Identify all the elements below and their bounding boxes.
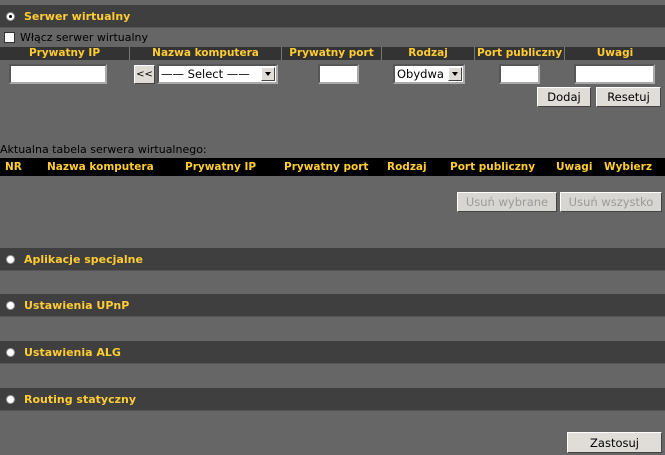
add-button[interactable]: Dodaj <box>537 87 591 107</box>
table-header-remarks: Uwagi <box>556 161 593 173</box>
chevron-down-icon <box>261 67 275 81</box>
copy-computer-button[interactable]: << <box>134 65 155 84</box>
remarks-input[interactable] <box>574 64 655 84</box>
table-header-select: Wybierz <box>604 161 652 173</box>
form-header-private-port: Prywatny port <box>282 47 382 60</box>
chevron-down-icon <box>448 67 462 81</box>
form-header-private-ip: Prywatny IP <box>0 47 130 60</box>
table-header-nr: NR <box>5 161 22 173</box>
form-header-type: Rodzaj <box>382 47 475 60</box>
public-port-input[interactable] <box>499 64 540 84</box>
radio-static-routing[interactable] <box>6 394 15 404</box>
computer-select-value: —— Select —— <box>161 67 250 81</box>
form-header-public-port: Port publiczny <box>475 47 565 60</box>
private-ip-input[interactable] <box>9 64 107 84</box>
form-header-computer-name: Nazwa komputera <box>130 47 282 60</box>
radio-special-apps[interactable] <box>6 254 15 264</box>
section-special-apps[interactable]: Aplikacje specjalne <box>0 248 665 271</box>
section-virtual-server[interactable]: Serwer wirtualny <box>0 5 665 28</box>
reset-button[interactable]: Resetuj <box>596 87 661 107</box>
delete-all-button[interactable]: Usuń wszystko <box>560 192 662 212</box>
type-select[interactable]: Obydwa <box>393 64 465 84</box>
enable-virtual-server-label: Włącz serwer wirtualny <box>20 31 149 44</box>
apply-button[interactable]: Zastosuj <box>567 432 662 453</box>
table-header: NR Nazwa komputera Prywatny IP Prywatny … <box>0 158 665 176</box>
table-header-private-ip: Prywatny IP <box>185 161 257 173</box>
section-alg[interactable]: Ustawienia ALG <box>0 341 665 364</box>
type-select-value: Obydwa <box>397 67 444 81</box>
radio-upnp[interactable] <box>6 300 15 310</box>
table-header-type: Rodzaj <box>387 161 427 173</box>
computer-select[interactable]: —— Select —— <box>157 64 278 84</box>
section-title-virtual-server: Serwer wirtualny <box>24 9 131 23</box>
table-header-public-port: Port publiczny <box>450 161 536 173</box>
private-port-input[interactable] <box>318 64 359 84</box>
delete-selected-button[interactable]: Usuń wybrane <box>457 192 557 212</box>
section-static-routing[interactable]: Routing statyczny <box>0 388 665 411</box>
enable-virtual-server-row: Włącz serwer wirtualny <box>4 31 148 44</box>
section-title-alg: Ustawienia ALG <box>24 345 121 359</box>
form-header: Prywatny IP Nazwa komputera Prywatny por… <box>0 47 665 60</box>
section-title-static-routing: Routing statyczny <box>24 392 137 406</box>
section-title-upnp: Ustawienia UPnP <box>24 298 130 312</box>
radio-alg[interactable] <box>6 347 15 357</box>
form-input-row: << —— Select —— Obydwa <box>0 62 665 86</box>
enable-virtual-server-checkbox[interactable] <box>4 32 15 43</box>
table-caption: Aktualna tabela serwera wirtualnego: <box>0 143 207 156</box>
form-header-remarks: Uwagi <box>596 47 634 59</box>
section-title-special-apps: Aplikacje specjalne <box>24 252 143 266</box>
section-upnp[interactable]: Ustawienia UPnP <box>0 294 665 317</box>
table-header-private-port: Prywatny port <box>284 161 369 173</box>
radio-virtual-server[interactable] <box>6 11 15 21</box>
table-header-computer-name: Nazwa komputera <box>47 161 154 173</box>
